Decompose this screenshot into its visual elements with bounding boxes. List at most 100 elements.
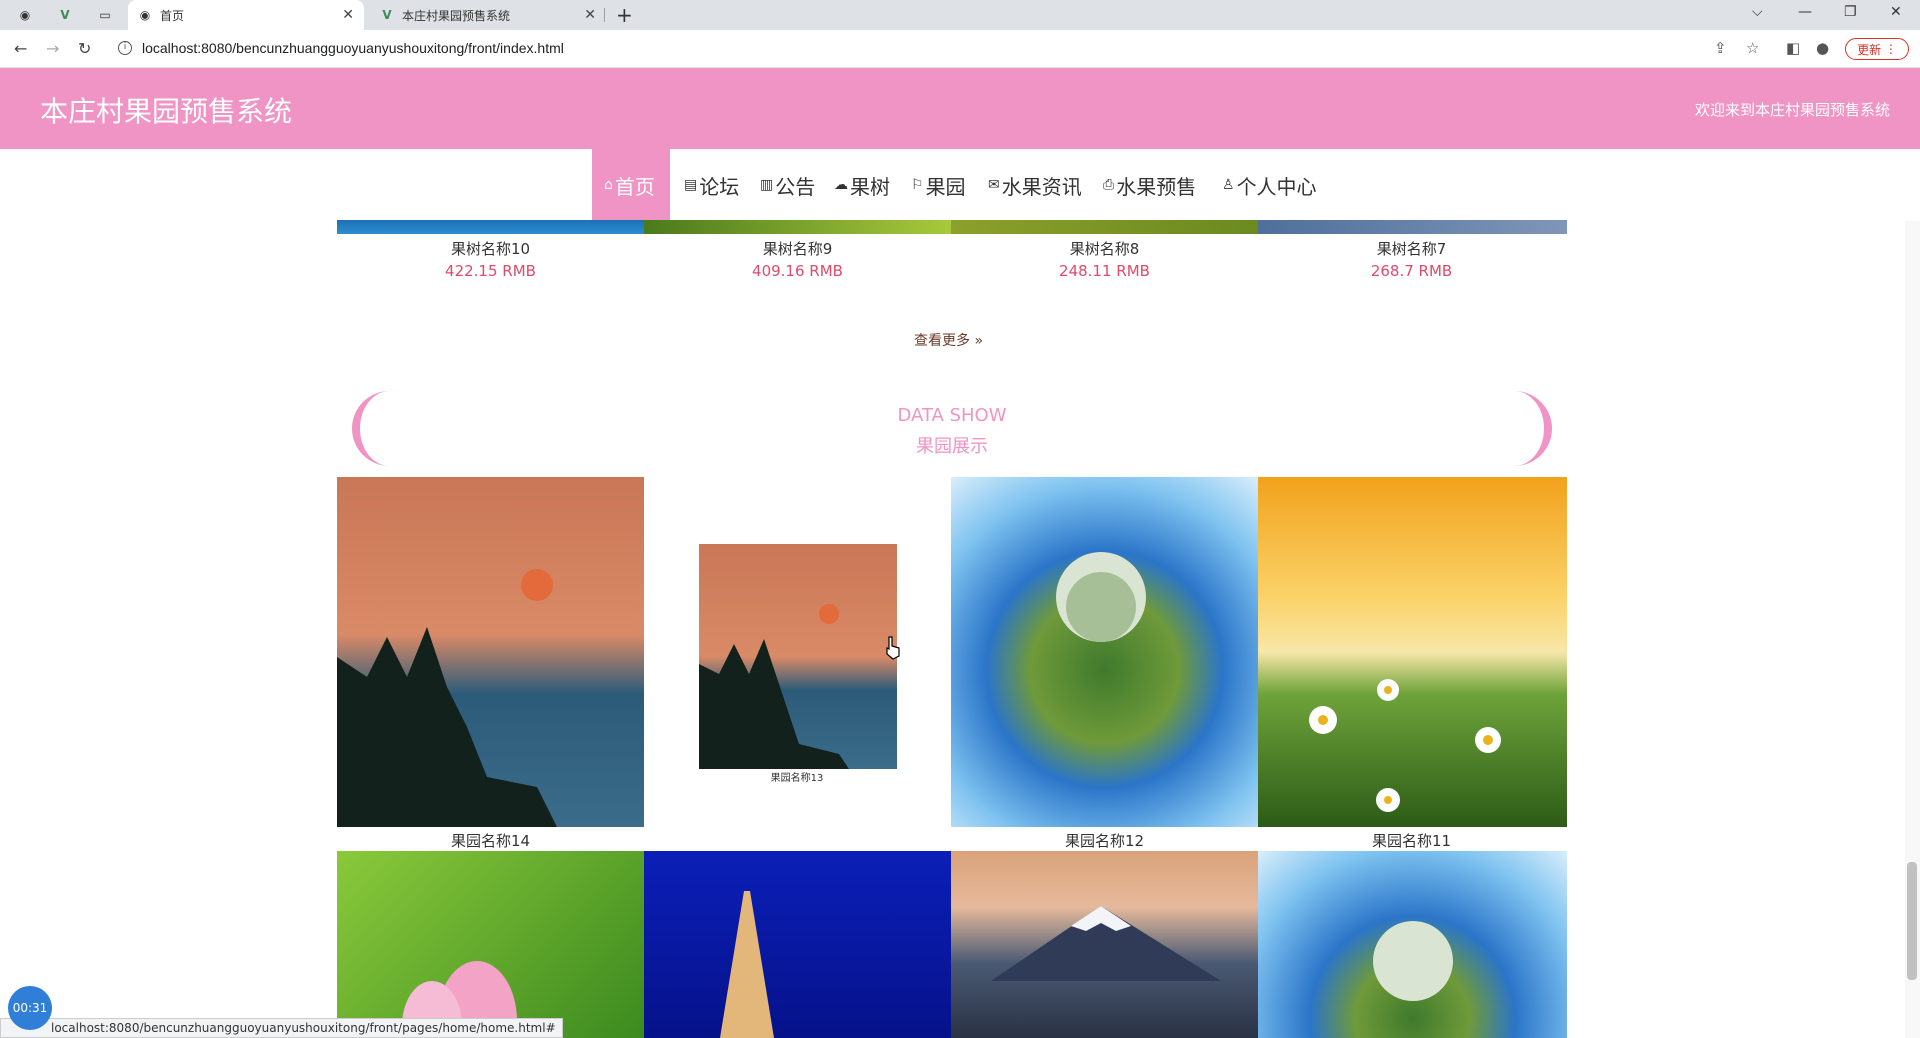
orchard-caption[interactable]: 果园名称11 [1258,830,1565,851]
nav-home-label: 首页 [614,174,655,199]
home-icon: ⌂ [604,177,613,193]
product-image-9[interactable] [644,220,951,234]
browser-tab-bar: ◉ V ▭ ◉ 首页 ✕ V 本庄村果园预售系统 ✕ + ⌵ — ❐ ✕ [0,0,1920,30]
nav-profile-label: 个人中心 [1236,174,1317,199]
orchard-image-13[interactable] [699,544,897,769]
new-tab-icon[interactable]: + [616,3,633,27]
scrollbar-thumb[interactable] [1907,862,1917,980]
nav-notice[interactable]: ▥ 公告 [760,149,815,221]
product-price: 268.7 RMB [1370,262,1453,280]
tower-image[interactable] [644,851,951,1038]
section-header: DATA SHOW 果园展示 [352,391,1552,466]
window-close-icon[interactable]: ✕ [1890,4,1902,20]
forward-icon[interactable]: → [46,39,59,58]
site-title: 本庄村果园预售系统 [40,95,293,128]
nav-orchard[interactable]: ⚐ 果园 [911,149,966,221]
product-image-7[interactable] [1258,220,1567,234]
tab-system[interactable]: V 本庄村果园预售系统 ✕ [370,0,606,30]
section-title-en: DATA SHOW [897,405,1007,426]
mountain-image[interactable] [951,851,1258,1038]
product-image-8[interactable] [951,220,1258,234]
tab-home[interactable]: ◉ 首页 ✕ [128,0,364,30]
status-bar: localhost:8080/bencunzhuangguoyuanyushou… [0,1018,563,1038]
product-name[interactable]: 果树名称10 [337,238,644,259]
double-chevron-right-icon: » [974,333,984,349]
orchard-image-11[interactable] [1258,477,1567,827]
vue-icon: V [382,8,392,22]
product-name[interactable]: 果树名称7 [1258,238,1565,259]
update-button[interactable]: 更新 ⋮ [1845,38,1909,60]
lake-scene-image [699,604,849,769]
orchard-image-14[interactable] [337,477,644,827]
orchard-caption[interactable]: 果园名称12 [951,830,1258,851]
nav-orchard-label: 果园 [925,174,966,199]
main-nav: ⌂ 首页 ▤ 论坛 ▥ 公告 ☁ 果树 ⚐ 果园 ✉ 水果资讯 ⎙ 水果预售 ♙ 个人中心 [0,149,1920,221]
address-bar: ← → ↻ i localhost:8080/bencunzhuangguoyu… [0,30,1920,68]
printer-icon: ⎙ [1103,177,1115,193]
minimize-icon[interactable]: — [1798,4,1812,20]
product-price: 248.11 RMB [1059,262,1150,280]
product-image-10[interactable] [337,220,644,234]
vue-icon: V [60,8,70,22]
lake-scene-image [337,569,557,827]
close-icon[interactable]: ✕ [342,7,354,23]
reload-icon[interactable]: ↻ [78,39,91,58]
nav-tree-label: 果树 [850,174,890,199]
tab-search-icon[interactable]: ⌵ [1752,4,1763,20]
info-icon[interactable]: i [118,41,132,55]
nav-profile[interactable]: ♙ 个人中心 [1222,149,1317,221]
restore-icon[interactable]: ❐ [1844,4,1857,20]
mail-icon: ✉ [988,177,1000,193]
pinned-tab-3[interactable]: ▭ [98,0,120,30]
tiny-planet-image [1056,552,1146,642]
site-header: 本庄村果园预售系统 欢迎来到本庄村果园预售系统 [0,68,1920,149]
url-field[interactable]: localhost:8080/bencunzhuangguoyuanyushou… [142,40,564,56]
nav-presale-label: 水果预售 [1116,174,1197,199]
view-more-link[interactable]: 查看更多 » [914,330,983,350]
lotus-flower-image [402,961,517,1038]
notice-icon: ▥ [760,177,774,193]
eiffel-tower-image [720,891,774,1038]
lotus-image[interactable] [337,851,644,1038]
side-panel-icon[interactable]: ◧ [1786,39,1800,57]
daisy-field-image [1309,679,1501,812]
product-price: 409.16 RMB [752,262,843,280]
recording-timer: 00:31 [8,986,52,1030]
flag-icon: ⚐ [911,177,924,193]
nav-home[interactable]: ⌂ 首页 [592,149,670,221]
back-icon[interactable]: ← [14,39,27,58]
welcome-text: 欢迎来到本庄村果园预售系统 [1694,101,1890,119]
tab-system-label: 本庄村果园预售系统 [402,8,511,23]
orchard-image-12[interactable] [951,477,1258,827]
orchard-caption[interactable]: 果园名称13 [651,769,943,784]
pinned-tab-2[interactable]: V [58,0,80,30]
nav-forum-label: 论坛 [699,174,740,199]
product-name[interactable]: 果树名称8 [951,238,1258,259]
orchard-caption[interactable]: 果园名称14 [337,830,644,851]
hand-cursor-icon [886,636,900,660]
nav-forum[interactable]: ▤ 论坛 [684,149,739,221]
pinned-tab-1[interactable]: ◉ [18,0,40,30]
update-label: 更新 [1857,42,1882,57]
tiny-planet-image [1373,921,1453,1001]
nav-news[interactable]: ✉ 水果资讯 [988,149,1082,221]
globe-icon: ◉ [139,8,151,22]
globe-icon: ◉ [19,8,31,22]
close-icon[interactable]: ✕ [584,7,596,23]
tree-icon: ☁ [834,177,848,193]
tab-separator [604,8,605,22]
share-icon[interactable]: ⇪ [1714,39,1727,57]
nav-tree[interactable]: ☁ 果树 [834,149,890,221]
profile-icon[interactable]: ● [1816,39,1829,57]
nav-news-label: 水果资讯 [1001,174,1082,199]
forum-icon: ▤ [684,177,698,193]
user-icon: ♙ [1222,177,1235,193]
bookmark-star-icon[interactable]: ☆ [1746,39,1759,57]
product-price: 422.15 RMB [445,262,536,280]
section-title-cn: 果园展示 [916,436,988,457]
product-name[interactable]: 果树名称9 [644,238,951,259]
view-more-label: 查看更多 [914,333,970,349]
planet-image[interactable] [1258,851,1567,1038]
nav-presale[interactable]: ⎙ 水果预售 [1103,149,1196,221]
blank-page-icon: ▭ [99,8,111,22]
